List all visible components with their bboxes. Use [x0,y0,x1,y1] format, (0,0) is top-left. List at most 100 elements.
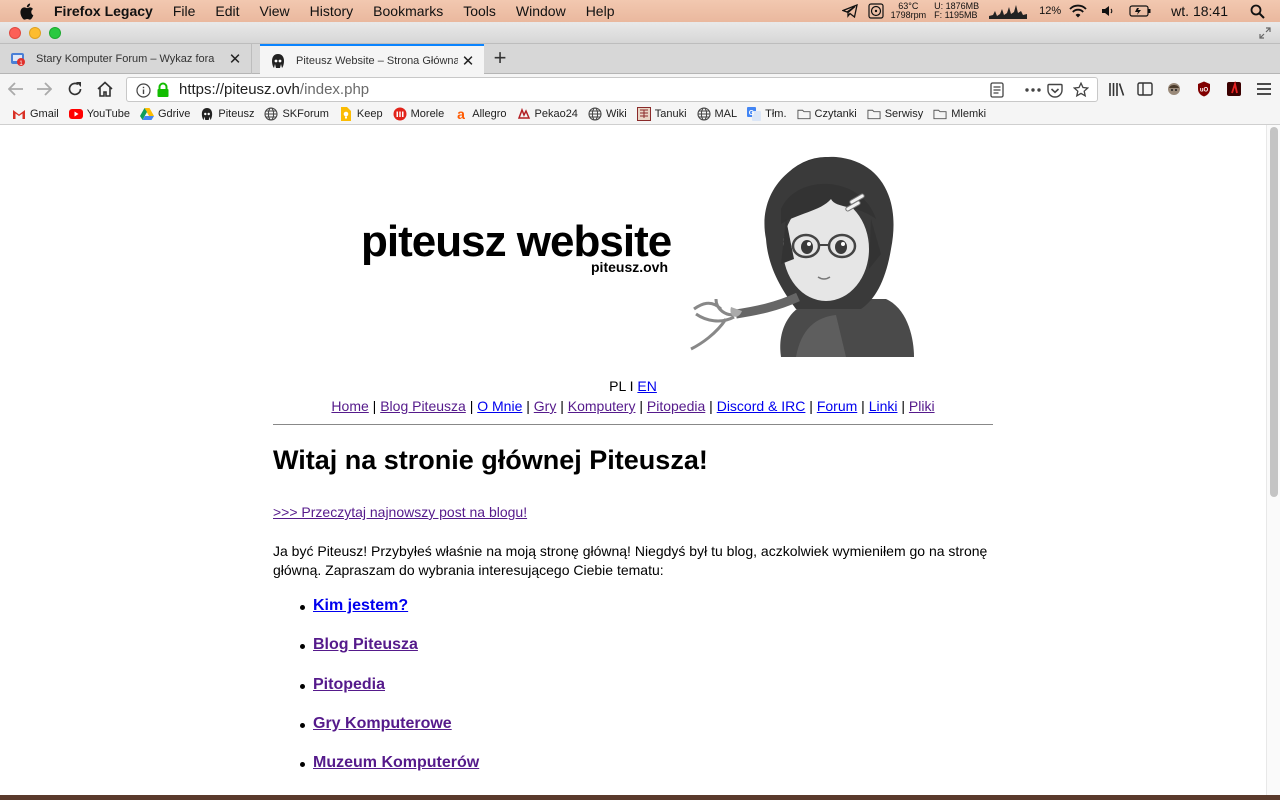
menu-bookmarks[interactable]: Bookmarks [363,0,453,22]
bookmark-morele[interactable]: Morele [393,107,445,121]
menu-hamburger-icon[interactable] [1252,78,1276,100]
window-close-button[interactable] [9,27,21,39]
topic-item: Gry Komputerowe [273,715,993,754]
bookmark-skforum[interactable]: SKForum [264,107,329,121]
spotlight-search-icon[interactable] [1248,3,1266,19]
pdf-extension-icon[interactable] [1222,78,1246,100]
bookmark-label: Tłm. [765,108,787,120]
scrollbar-thumb[interactable] [1270,127,1278,497]
bookmark-keep[interactable]: Keep [339,107,383,121]
menu-history[interactable]: History [300,0,364,22]
volume-icon[interactable] [1099,3,1117,19]
telegram-icon[interactable] [841,3,859,19]
bookmark-label: SKForum [282,108,329,120]
nav-o-mnie[interactable]: O Mnie [477,398,522,414]
topic-kim-jestem-link[interactable]: Kim jestem? [313,597,408,614]
page-scrollbar[interactable] [1266,125,1280,795]
memory-stats: U: 1876MB F: 1195MB [934,2,979,20]
nav-gry[interactable]: Gry [534,398,557,414]
nav-separator: | [368,398,381,414]
bullet-icon [300,722,305,728]
topic-item: Muzeum Komputerów [273,754,993,793]
window-minimize-button[interactable] [29,27,41,39]
bullet-icon [300,644,305,650]
bookmark-translate[interactable]: G Tłm. [747,107,787,121]
menu-tools[interactable]: Tools [453,0,506,22]
bookmark-pekao24[interactable]: Pekao24 [517,107,578,121]
bookmark-tanuki[interactable]: Tanuki [636,107,687,121]
topic-gry-komputerowe-link[interactable]: Gry Komputerowe [313,715,452,732]
back-button[interactable] [4,78,28,100]
bookmark-folder-mlemki[interactable]: Mlemki [933,107,986,121]
bookmark-label: Morele [410,108,445,120]
nav-separator: | [465,398,478,414]
nav-komputery[interactable]: Komputery [568,398,636,414]
forward-button[interactable] [32,78,56,100]
nav-pliki[interactable]: Pliki [909,398,935,414]
tab-close-icon[interactable]: ✕ [458,52,478,70]
globe-icon [588,107,602,121]
bookmark-star-icon[interactable] [1073,82,1089,98]
tab-piteusz-website[interactable]: Piteusz Website – Strona Główna ✕ [260,44,484,75]
bookmark-mal[interactable]: MAL [696,107,737,121]
nav-linki[interactable]: Linki [869,398,898,414]
network-graph-icon[interactable] [989,3,1028,19]
nav-pitopedia[interactable]: Pitopedia [647,398,705,414]
ublock-origin-icon[interactable]: uO [1192,78,1216,100]
home-button[interactable] [93,78,117,100]
topic-item: Blog Piteusza [273,636,993,675]
topic-pitopedia-link[interactable]: Pitopedia [313,676,385,693]
globe-icon [696,107,711,121]
menu-view[interactable]: View [250,0,300,22]
bookmark-label: Wiki [605,108,627,120]
menubar-clock[interactable]: wt. 18:41 [1171,3,1228,19]
page-actions-icon[interactable] [1025,82,1041,98]
nav-blog-piteusza[interactable]: Blog Piteusza [380,398,466,414]
menu-app-name[interactable]: Firefox Legacy [54,0,163,22]
bookmark-label: Pekao24 [534,108,578,120]
bookmark-folder-czytanki[interactable]: Czytanki [796,107,857,121]
bookmark-label: Allegro [472,108,507,120]
nav-discord-irc[interactable]: Discord & IRC [717,398,806,414]
menu-file[interactable]: File [163,0,206,22]
bookmark-piteusz[interactable]: Piteusz [200,107,254,121]
tab-close-icon[interactable]: ✕ [225,50,245,68]
apple-menu-icon[interactable] [19,3,37,20]
battery-icon[interactable] [1129,3,1151,19]
nav-forum[interactable]: Forum [817,398,857,414]
site-info-icon[interactable] [135,82,151,98]
bookmark-folder-serwisy[interactable]: Serwisy [867,107,923,121]
bookmark-youtube[interactable]: YouTube [68,107,130,121]
topic-muzeum-komputerow-link[interactable]: Muzeum Komputerów [313,754,479,771]
intro-paragraph: Ja być Piteusz! Przybyłeś właśnie na moj… [273,543,988,578]
nav-home[interactable]: Home [331,398,368,414]
bookmark-gdrive[interactable]: Gdrive [139,107,190,121]
folder-icon [933,107,947,121]
fullscreen-icon[interactable] [1258,26,1272,40]
menu-help[interactable]: Help [576,0,625,22]
wifi-icon[interactable] [1069,3,1087,19]
lang-en-link[interactable]: EN [637,378,656,394]
tab-stary-komputer-forum[interactable]: 1 Stary Komputer Forum – Wykaz fora ✕ [0,44,252,74]
reload-button[interactable] [63,78,87,100]
reader-view-icon[interactable] [989,82,1005,98]
window-zoom-button[interactable] [49,27,61,39]
latest-blog-post-link[interactable]: >>> Przeczytaj najnowszy post na blogu! [273,504,527,520]
bookmark-gmail[interactable]: Gmail [12,107,59,121]
bookmark-wiki[interactable]: Wiki [588,107,627,121]
menu-edit[interactable]: Edit [205,0,249,22]
topic-blog-piteusza-link[interactable]: Blog Piteusza [313,636,418,653]
topics-list: Kim jestem? Blog Piteusza Pitopedia Gry … [273,597,993,793]
pocket-icon[interactable] [1047,82,1063,98]
menu-window[interactable]: Window [506,0,576,22]
address-bar[interactable]: https://piteusz.ovh/index.php [126,77,1098,102]
extension-avatar-icon[interactable] [1162,78,1186,100]
fan-icon[interactable] [867,3,885,19]
library-icon[interactable] [1104,78,1128,100]
fan-readout: 1798rpm [890,10,927,20]
sidebar-toggle-icon[interactable] [1133,78,1157,100]
secure-lock-icon[interactable] [155,82,171,98]
bookmark-allegro[interactable]: a Allegro [454,107,506,121]
tab-title: Piteusz Website – Strona Główna [296,54,458,67]
new-tab-button[interactable]: + [488,47,512,71]
